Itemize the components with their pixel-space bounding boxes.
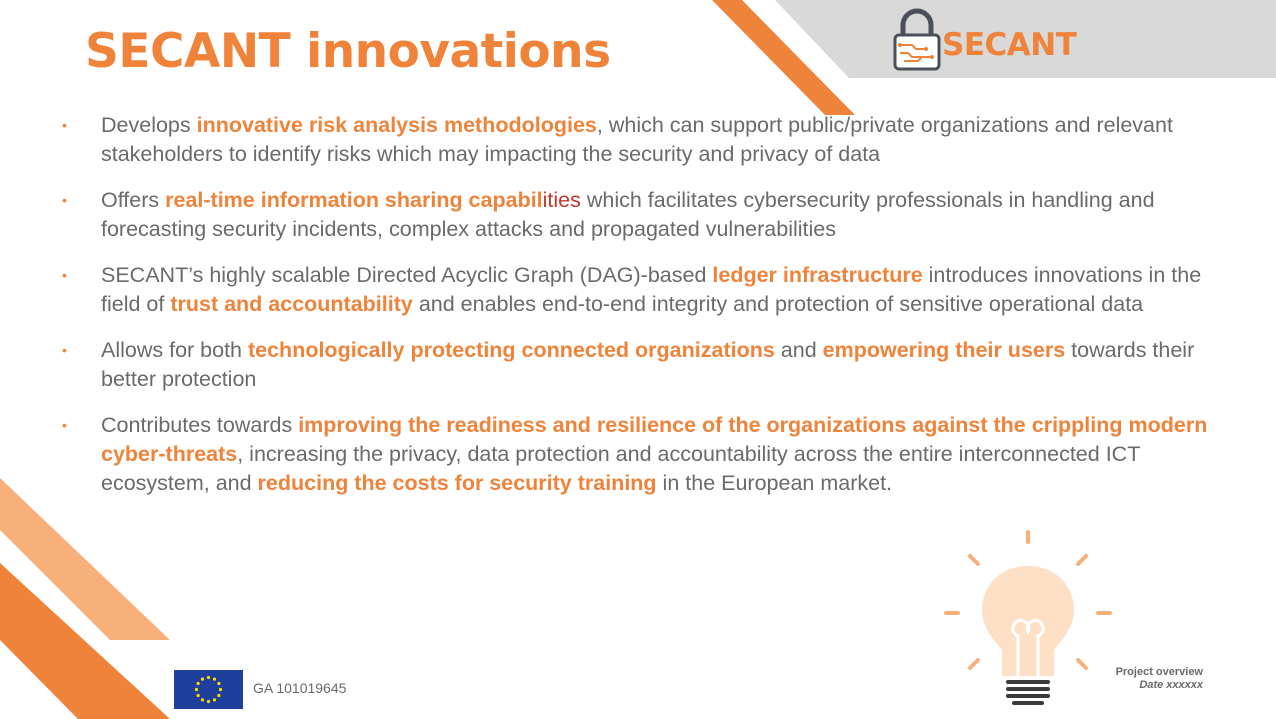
- eu-flag-icon: [174, 670, 243, 709]
- bullet-highlight: ities: [542, 188, 581, 212]
- bullet-item: • SECANT’s highly scalable Directed Acycl…: [60, 261, 1210, 319]
- bullet-marker: •: [62, 117, 67, 133]
- grant-agreement-number: GA 101019645: [253, 680, 347, 696]
- page-title: SECANT innovations: [85, 24, 611, 79]
- bullet-item: • Offers real-time information sharing ca…: [60, 186, 1210, 244]
- bullet-text: Contributes towards: [101, 413, 299, 437]
- bullet-marker: •: [62, 342, 67, 358]
- bullet-highlight: real-time information sharing capabil: [165, 188, 543, 212]
- footer-project-overview: Project overview: [1115, 666, 1203, 678]
- bullet-highlight: ledger infrastructure: [712, 263, 923, 287]
- eu-star: [206, 675, 211, 680]
- bullet-highlight: reducing the costs for security training: [257, 471, 657, 495]
- eu-star: [206, 699, 211, 704]
- eu-star: [196, 693, 200, 698]
- bullet-text: SECANT’s highly scalable Directed Acycli…: [101, 263, 713, 287]
- eu-star: [200, 677, 205, 681]
- bullet-text: in the European market.: [656, 471, 893, 495]
- bullet-text: and enables end-to-end integrity and pro…: [412, 292, 1144, 316]
- bullet-marker: •: [62, 267, 67, 283]
- bullet-marker: •: [62, 417, 67, 433]
- bullet-item: • Contributes towards improving the readi…: [60, 411, 1210, 498]
- eu-star: [212, 677, 217, 681]
- secant-logo: SECANT: [892, 5, 1092, 73]
- footer-info: Project overview Date xxxxxx: [1116, 666, 1203, 692]
- bullet-highlight: empowering their users: [822, 338, 1066, 362]
- bullet-highlight: trust and accountability: [170, 292, 413, 316]
- logo-text: SECANT: [942, 27, 1077, 63]
- bullet-text: Develops: [101, 113, 197, 137]
- eu-star: [200, 698, 205, 702]
- bullet-highlight: innovative risk analysis methodologies: [196, 113, 597, 137]
- bullet-text: Allows for both: [101, 338, 248, 362]
- eu-star: [217, 681, 221, 686]
- bullet-highlight: technologically protecting connected org…: [247, 338, 775, 362]
- eu-star: [212, 698, 217, 702]
- bullet-text: and: [774, 338, 823, 362]
- bullet-text: Offers: [101, 188, 166, 212]
- padlock-logo-icon: [893, 8, 941, 71]
- eu-star: [194, 687, 199, 692]
- bullet-marker: •: [62, 192, 67, 208]
- bullet-item: • Develops innovative risk analysis metho…: [60, 111, 1210, 169]
- lightbulb-icon: [944, 530, 1112, 705]
- bullet-item: • Allows for both technologically protect…: [60, 336, 1210, 394]
- footer-date: Date xxxxxx: [1139, 679, 1203, 691]
- bullet-list: • Develops innovative risk analysis metho…: [60, 111, 1210, 515]
- eu-star: [196, 681, 200, 686]
- eu-star: [217, 693, 221, 698]
- eu-star: [218, 687, 223, 692]
